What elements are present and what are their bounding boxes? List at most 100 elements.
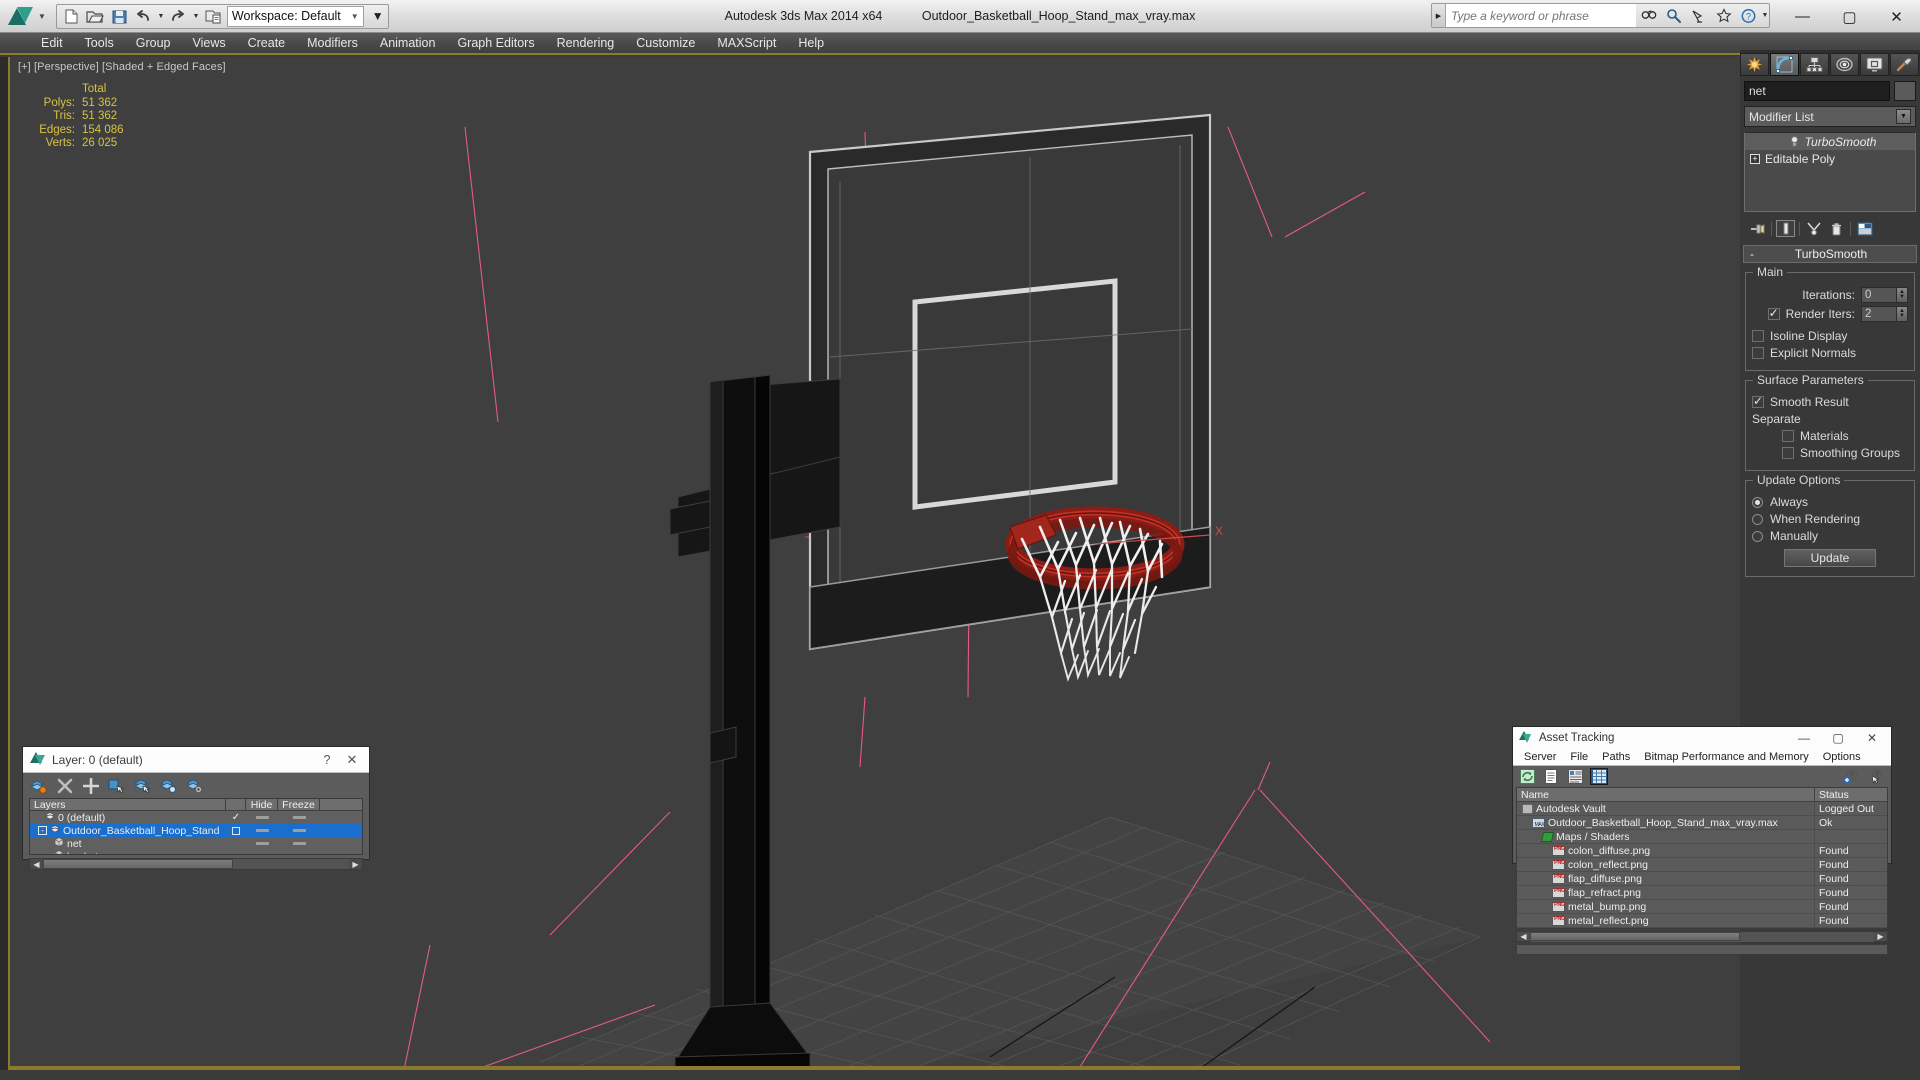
when-rendering-radio[interactable] — [1752, 513, 1763, 525]
layer-list-scrollbar[interactable]: ◀ ▶ — [29, 858, 363, 870]
motion-tab[interactable] — [1830, 53, 1859, 76]
maximize-button[interactable]: ▢ — [1826, 0, 1873, 33]
update-option-when-rendering[interactable]: When Rendering — [1752, 512, 1908, 526]
manually-radio[interactable] — [1752, 530, 1763, 542]
grid-view-icon[interactable] — [1590, 768, 1608, 785]
menu-item-create[interactable]: Create — [237, 34, 297, 52]
display-tab[interactable] — [1860, 53, 1889, 76]
workspace-selector[interactable]: Workspace: Default ▼ — [226, 5, 364, 27]
create-new-layer-icon[interactable] — [30, 777, 47, 794]
asset-list-scrollbar[interactable]: ◀ ▶ — [1516, 931, 1888, 942]
layer-col-freeze[interactable]: Freeze — [278, 799, 320, 811]
layer-list-grid[interactable]: Layers Hide Freeze 0 (default) ✓ - Outdoor_… — [29, 798, 363, 855]
turbosmooth-rollout-header[interactable]: - TurboSmooth — [1743, 245, 1917, 263]
smoothing-groups-row[interactable]: Smoothing Groups — [1752, 446, 1908, 460]
help-dropdown-icon[interactable]: ▼ — [1761, 12, 1769, 19]
modify-tab[interactable] — [1770, 53, 1799, 76]
materials-checkbox[interactable] — [1782, 430, 1794, 442]
modifier-list-dropdown[interactable]: Modifier List ▼ — [1744, 106, 1916, 127]
highlight-selected-objects-icon[interactable] — [160, 777, 177, 794]
remove-modifier-icon[interactable] — [1827, 220, 1846, 237]
isoline-display-row[interactable]: Isoline Display — [1752, 329, 1908, 343]
smoothing-groups-checkbox[interactable] — [1782, 447, 1794, 459]
undo-dropdown-icon[interactable]: ▼ — [157, 13, 165, 20]
scroll-right-icon[interactable]: ▶ — [349, 859, 362, 869]
menu-item-modifiers[interactable]: Modifiers — [296, 34, 369, 52]
iterations-value[interactable]: 0 — [1861, 287, 1897, 303]
asset-row[interactable]: flap_diffuse.png Found — [1517, 871, 1887, 886]
menu-item-graph-editors[interactable]: Graph Editors — [446, 34, 545, 52]
layer-hide-toggle[interactable] — [246, 816, 278, 819]
modifier-stack-item-turbosmooth[interactable]: TurboSmooth — [1745, 133, 1915, 150]
asset-row[interactable]: Maps / Shaders — [1517, 829, 1887, 844]
delete-layer-icon[interactable] — [56, 777, 73, 794]
redo-dropdown-icon[interactable]: ▼ — [192, 13, 200, 20]
add-selection-icon[interactable] — [82, 777, 99, 794]
menu-item-tools[interactable]: Tools — [74, 34, 125, 52]
explicit-normals-row[interactable]: Explicit Normals — [1752, 346, 1908, 360]
asset-tracking-dialog[interactable]: Asset Tracking — ▢ ✕ Server File Paths Bitm… — [1512, 726, 1892, 955]
application-menu-button[interactable] — [3, 1, 37, 31]
asset-menu-file[interactable]: File — [1563, 751, 1595, 763]
create-tab[interactable] — [1740, 53, 1769, 76]
asset-row[interactable]: colon_diffuse.png Found — [1517, 843, 1887, 858]
update-button[interactable]: Update — [1784, 549, 1876, 567]
asset-menu-bitmap-performance-and-memory[interactable]: Bitmap Performance and Memory — [1637, 751, 1815, 763]
isoline-display-checkbox[interactable] — [1752, 330, 1764, 342]
application-menu-caret-icon[interactable]: ▼ — [38, 12, 46, 21]
always-radio[interactable] — [1752, 496, 1763, 508]
asset-col-status[interactable]: Status — [1815, 788, 1885, 801]
search-input[interactable] — [1446, 4, 1636, 27]
asset-row[interactable]: flap_refract.png Found — [1517, 885, 1887, 900]
asset-list-grid[interactable]: Name Status Autodesk Vault Logged Out Outd… — [1516, 787, 1888, 929]
render-iters-spin-arrows-icon[interactable]: ▲ ▼ — [1897, 306, 1908, 322]
asset-scroll-left-icon[interactable]: ◀ — [1517, 932, 1530, 942]
layer-properties-icon[interactable] — [186, 777, 203, 794]
close-button[interactable]: ✕ — [1873, 0, 1920, 33]
expand-modifier-icon[interactable]: + — [1750, 153, 1760, 164]
render-iters-spinner[interactable]: 2 ▲ ▼ — [1861, 306, 1908, 322]
asset-row[interactable]: metal_bump.png Found — [1517, 899, 1887, 914]
asset-minimize-button[interactable]: — — [1787, 731, 1821, 745]
chevron-down-icon[interactable]: ▼ — [1896, 109, 1911, 124]
iterations-spinner[interactable]: 0 ▲ ▼ — [1861, 287, 1908, 303]
menu-item-animation[interactable]: Animation — [369, 34, 447, 52]
details-view-icon[interactable] — [1566, 768, 1584, 785]
update-option-always[interactable]: Always — [1752, 495, 1908, 509]
asset-row[interactable]: colon_reflect.png Found — [1517, 857, 1887, 872]
asset-scroll-track[interactable] — [1530, 931, 1874, 942]
asset-menu-server[interactable]: Server — [1517, 751, 1563, 763]
dish-icon[interactable] — [1686, 4, 1711, 27]
asset-row[interactable]: Outdoor_Basketball_Hoop_Stand_max_vray.m… — [1517, 815, 1887, 830]
make-unique-icon[interactable] — [1804, 220, 1823, 237]
search-icon[interactable] — [1636, 4, 1661, 27]
materials-row[interactable]: Materials — [1752, 429, 1908, 443]
add-help-icon[interactable]: ? — [1841, 768, 1859, 785]
hierarchy-tab[interactable] — [1800, 53, 1829, 76]
undo-icon[interactable] — [133, 6, 154, 27]
light-bulb-icon[interactable] — [1789, 136, 1800, 147]
layer-active-toggle[interactable]: ✓ — [226, 812, 246, 823]
help-icon[interactable]: ? — [1736, 4, 1761, 27]
minimize-button[interactable]: — — [1779, 0, 1826, 33]
menu-item-edit[interactable]: Edit — [30, 34, 74, 52]
list-view-icon[interactable] — [1542, 768, 1560, 785]
asset-maximize-button[interactable]: ▢ — [1821, 731, 1855, 745]
layer-freeze-toggle[interactable] — [278, 816, 320, 819]
menu-item-rendering[interactable]: Rendering — [546, 34, 626, 52]
object-name-field[interactable]: net — [1744, 81, 1890, 101]
search-tool-icon[interactable] — [1661, 4, 1686, 27]
collapse-expander-icon[interactable]: - — [38, 826, 47, 835]
layer-scroll-thumb[interactable] — [43, 859, 233, 869]
asset-close-button[interactable]: ✕ — [1855, 731, 1889, 745]
perspective-viewport[interactable]: X [+] [Perspective] [Shaded + Edged Face… — [10, 57, 1740, 1070]
iterations-spin-arrows-icon[interactable]: ▲ ▼ — [1897, 287, 1908, 303]
layer-row[interactable]: 0 (default) ✓ — [30, 811, 362, 824]
layer-freeze-toggle[interactable] — [278, 842, 320, 845]
asset-row[interactable]: Autodesk Vault Logged Out — [1517, 801, 1887, 816]
rollout-collapse-icon[interactable]: - — [1744, 247, 1760, 261]
asset-scroll-thumb[interactable] — [1530, 931, 1740, 941]
asset-tracking-titlebar[interactable]: Asset Tracking — ▢ ✕ — [1513, 727, 1891, 748]
asset-scroll-right-icon[interactable]: ▶ — [1874, 932, 1887, 942]
favorites-star-icon[interactable] — [1711, 4, 1736, 27]
